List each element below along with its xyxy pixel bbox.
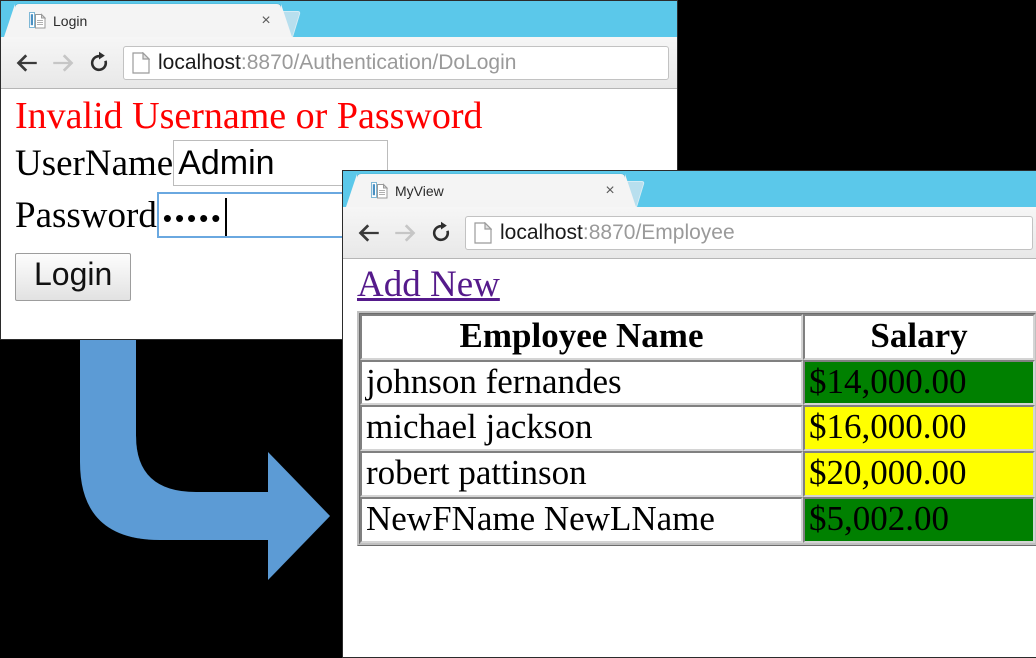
viewport-employee: Add New Employee Name Salary johnson fer… bbox=[343, 259, 1036, 657]
page-icon bbox=[474, 221, 493, 244]
text-cursor bbox=[225, 198, 228, 236]
url-host: localhost bbox=[500, 220, 583, 244]
tab-login[interactable]: Login × bbox=[4, 4, 292, 37]
page-icon bbox=[132, 51, 151, 74]
url-path: :8870/Employee bbox=[582, 220, 735, 244]
employee-table: Employee Name Salary johnson fernandes $… bbox=[357, 310, 1036, 546]
column-header-employee-name: Employee Name bbox=[360, 313, 803, 360]
cell-employee-name: michael jackson bbox=[360, 405, 803, 452]
reload-icon[interactable] bbox=[423, 215, 459, 251]
reload-icon[interactable] bbox=[81, 45, 117, 81]
page-icon bbox=[371, 182, 389, 199]
browser-window-employee: MyView × localhost:8870/Employee Add New… bbox=[342, 170, 1036, 658]
cell-salary: $20,000.00 bbox=[803, 451, 1035, 498]
column-header-salary: Salary bbox=[803, 313, 1035, 360]
close-icon[interactable]: × bbox=[601, 182, 619, 200]
cell-employee-name: robert pattinson bbox=[360, 451, 803, 498]
screenshot-stage: Login × localhost:8870/Authentication/Do… bbox=[0, 0, 1036, 658]
forward-arrow-icon bbox=[387, 215, 423, 251]
url-host: localhost bbox=[158, 50, 241, 74]
toolbar-employee: localhost:8870/Employee bbox=[343, 207, 1036, 259]
address-bar-login[interactable]: localhost:8870/Authentication/DoLogin bbox=[123, 45, 669, 80]
back-arrow-icon[interactable] bbox=[9, 45, 45, 81]
cell-salary: $5,002.00 bbox=[803, 497, 1035, 543]
table-row: michael jackson $16,000.00 bbox=[360, 405, 1035, 452]
cell-employee-name: NewFName NewLName bbox=[360, 497, 803, 543]
cell-employee-name: johnson fernandes bbox=[360, 359, 803, 406]
password-masked-value: ••••• bbox=[162, 203, 224, 233]
forward-arrow-icon bbox=[45, 45, 81, 81]
table-row: NewFName NewLName $5,002.00 bbox=[360, 497, 1035, 543]
tab-myview[interactable]: MyView × bbox=[346, 174, 636, 207]
address-bar-text: localhost:8870/Employee bbox=[500, 221, 735, 245]
table-row: robert pattinson $20,000.00 bbox=[360, 451, 1035, 498]
tab-title: Login bbox=[53, 12, 88, 29]
cell-salary: $16,000.00 bbox=[803, 405, 1035, 452]
tab-title: MyView bbox=[395, 182, 444, 199]
address-bar-text: localhost:8870/Authentication/DoLogin bbox=[158, 51, 516, 75]
page-icon bbox=[29, 12, 47, 29]
username-label: UserName bbox=[15, 142, 174, 184]
error-message: Invalid Username or Password bbox=[15, 95, 483, 137]
tabstrip-login: Login × bbox=[1, 1, 677, 37]
password-label: Password bbox=[15, 194, 157, 236]
table-header-row: Employee Name Salary bbox=[360, 313, 1035, 360]
add-new-link[interactable]: Add New bbox=[357, 265, 500, 305]
login-button[interactable]: Login bbox=[15, 253, 132, 301]
cell-salary: $14,000.00 bbox=[803, 359, 1035, 406]
employee-table-body: johnson fernandes $14,000.00 michael jac… bbox=[360, 359, 1035, 543]
close-icon[interactable]: × bbox=[257, 12, 275, 30]
table-row: johnson fernandes $14,000.00 bbox=[360, 359, 1035, 406]
url-path: :8870/Authentication/DoLogin bbox=[240, 50, 517, 74]
back-arrow-icon[interactable] bbox=[351, 215, 387, 251]
address-bar-employee[interactable]: localhost:8870/Employee bbox=[465, 215, 1033, 250]
password-input[interactable]: ••••• bbox=[156, 192, 372, 238]
toolbar-login: localhost:8870/Authentication/DoLogin bbox=[1, 37, 677, 89]
tabstrip-employee: MyView × bbox=[343, 171, 1036, 207]
